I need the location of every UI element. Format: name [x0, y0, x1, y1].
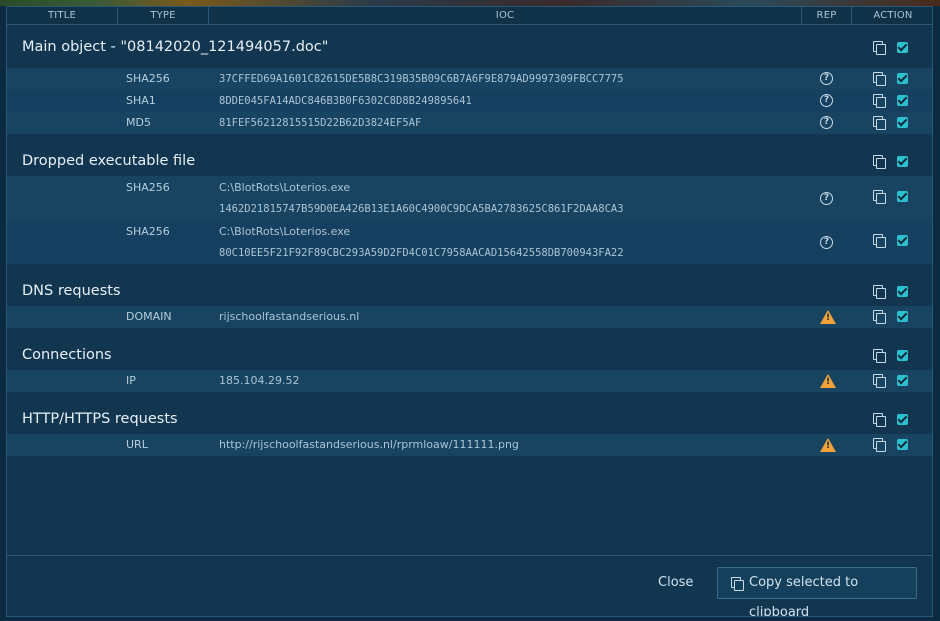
group-title: HTTP/HTTPS requests [22, 411, 178, 427]
ioc-value[interactable]: 81FEF56212815515D22B62D3824EF5AF [219, 117, 421, 129]
question-circle-icon: ? [820, 116, 833, 129]
ioc-value[interactable]: 37CFFED69A1601C82615DE5B8C319B35B09C6B7A… [219, 73, 624, 85]
group-header: HTTP/HTTPS requests [7, 392, 932, 434]
ioc-value[interactable]: 1462D21815747B59D0EA426B13E1A60C4900C9DC… [219, 203, 624, 215]
file-path[interactable]: C:\BlotRots\Loterios.exe [219, 225, 350, 238]
header-title: TITLE [7, 7, 118, 24]
ioc-type: IP [126, 374, 136, 387]
copy-icon[interactable] [873, 234, 886, 248]
table-row: DOMAIN rijschoolfastandserious.nl ! [7, 306, 932, 328]
warning-triangle-icon: ! [820, 310, 836, 324]
copy-icon[interactable] [873, 374, 886, 388]
checkbox-checked[interactable] [897, 156, 908, 167]
ioc-value[interactable]: 185.104.29.52 [219, 374, 299, 387]
ioc-value[interactable]: 80C10EE5F21F92F89CBC293A59D2FD4C01C7958A… [219, 247, 624, 259]
ioc-type: SHA256 [126, 181, 170, 194]
ioc-modal: TITLE TYPE IOC REP ACTION Main object - … [6, 6, 933, 617]
copy-icon[interactable] [873, 41, 886, 55]
checkbox-checked[interactable] [897, 375, 908, 386]
checkbox-checked[interactable] [897, 73, 908, 84]
copy-icon[interactable] [873, 94, 886, 108]
reputation: ? [820, 116, 834, 130]
checkbox-checked[interactable] [897, 117, 908, 128]
reputation: ? [820, 94, 834, 108]
header-rep: REP [802, 7, 852, 24]
group-header: DNS requests [7, 264, 932, 306]
group-header: Connections [7, 328, 932, 370]
ioc-value[interactable]: rijschoolfastandserious.nl [219, 310, 359, 323]
modal-footer: Close Copy selected to clipboard [7, 555, 932, 616]
question-circle-icon: ? [820, 72, 833, 85]
header-ioc: IOC [209, 7, 802, 24]
table-row: SHA256 C:\BlotRots\Loterios.exe 1462D218… [7, 176, 932, 220]
table-row: IP 185.104.29.52 ! [7, 370, 932, 392]
table-row: SHA256 37CFFED69A1601C82615DE5B8C319B35B… [7, 68, 932, 90]
copy-selected-button[interactable]: Copy selected to clipboard [717, 567, 917, 616]
checkbox-checked[interactable] [897, 42, 908, 53]
ioc-value[interactable]: 8DDE045FA14ADC846B3B0F6302C8D8B249895641 [219, 95, 472, 107]
reputation: ! [820, 438, 836, 452]
table-row: SHA256 C:\BlotRots\Loterios.exe 80C10EE5… [7, 220, 932, 264]
close-button[interactable]: Close [658, 575, 693, 590]
group-header: Dropped executable file [7, 134, 932, 176]
copy-icon[interactable] [873, 285, 886, 299]
ioc-type: SHA1 [126, 94, 156, 107]
file-path[interactable]: C:\BlotRots\Loterios.exe [219, 181, 350, 194]
table-header: TITLE TYPE IOC REP ACTION [7, 7, 932, 25]
ioc-type: URL [126, 438, 148, 451]
copy-icon[interactable] [873, 190, 886, 204]
question-circle-icon: ? [820, 192, 833, 205]
table-row: URL http://rijschoolfastandserious.nl/rp… [7, 434, 932, 456]
header-action: ACTION [873, 10, 913, 21]
ioc-type: SHA256 [126, 72, 170, 85]
warning-triangle-icon: ! [820, 374, 836, 388]
checkbox-checked[interactable] [897, 311, 908, 322]
table-row: MD5 81FEF56212815515D22B62D3824EF5AF ? [7, 112, 932, 134]
reputation: ? [820, 236, 834, 250]
copy-icon [731, 577, 744, 591]
reputation: ? [820, 192, 834, 206]
copy-icon[interactable] [873, 310, 886, 324]
header-type: TYPE [118, 7, 209, 24]
checkbox-checked[interactable] [897, 235, 908, 246]
copy-icon[interactable] [873, 116, 886, 130]
ioc-type: SHA256 [126, 225, 170, 238]
checkbox-checked[interactable] [897, 191, 908, 202]
question-circle-icon: ? [820, 94, 833, 107]
group-title: Dropped executable file [22, 153, 196, 169]
checkbox-checked[interactable] [897, 95, 908, 106]
question-circle-icon: ? [820, 236, 833, 249]
checkbox-checked[interactable] [897, 414, 908, 425]
checkbox-checked[interactable] [897, 350, 908, 361]
copy-icon[interactable] [873, 155, 886, 169]
copy-selected-label: Copy selected to clipboard [749, 575, 859, 617]
reputation: ! [820, 310, 836, 324]
warning-triangle-icon: ! [820, 438, 836, 452]
group-title: Main object - "08142020_121494057.doc" [22, 39, 329, 55]
ioc-type: MD5 [126, 116, 151, 129]
copy-icon[interactable] [873, 438, 886, 452]
copy-icon[interactable] [873, 413, 886, 427]
checkbox-checked[interactable] [897, 286, 908, 297]
table-row: SHA1 8DDE045FA14ADC846B3B0F6302C8D8B2498… [7, 90, 932, 112]
copy-icon[interactable] [873, 349, 886, 363]
copy-icon[interactable] [873, 72, 886, 86]
ioc-value[interactable]: http://rijschoolfastandserious.nl/rprmlo… [219, 438, 519, 451]
reputation: ? [820, 72, 834, 86]
group-title: Connections [22, 347, 112, 363]
checkbox-checked[interactable] [897, 439, 908, 450]
ioc-type: DOMAIN [126, 310, 172, 323]
group-header: Main object - "08142020_121494057.doc" [7, 25, 932, 67]
reputation: ! [820, 374, 836, 388]
group-title: DNS requests [22, 283, 121, 299]
